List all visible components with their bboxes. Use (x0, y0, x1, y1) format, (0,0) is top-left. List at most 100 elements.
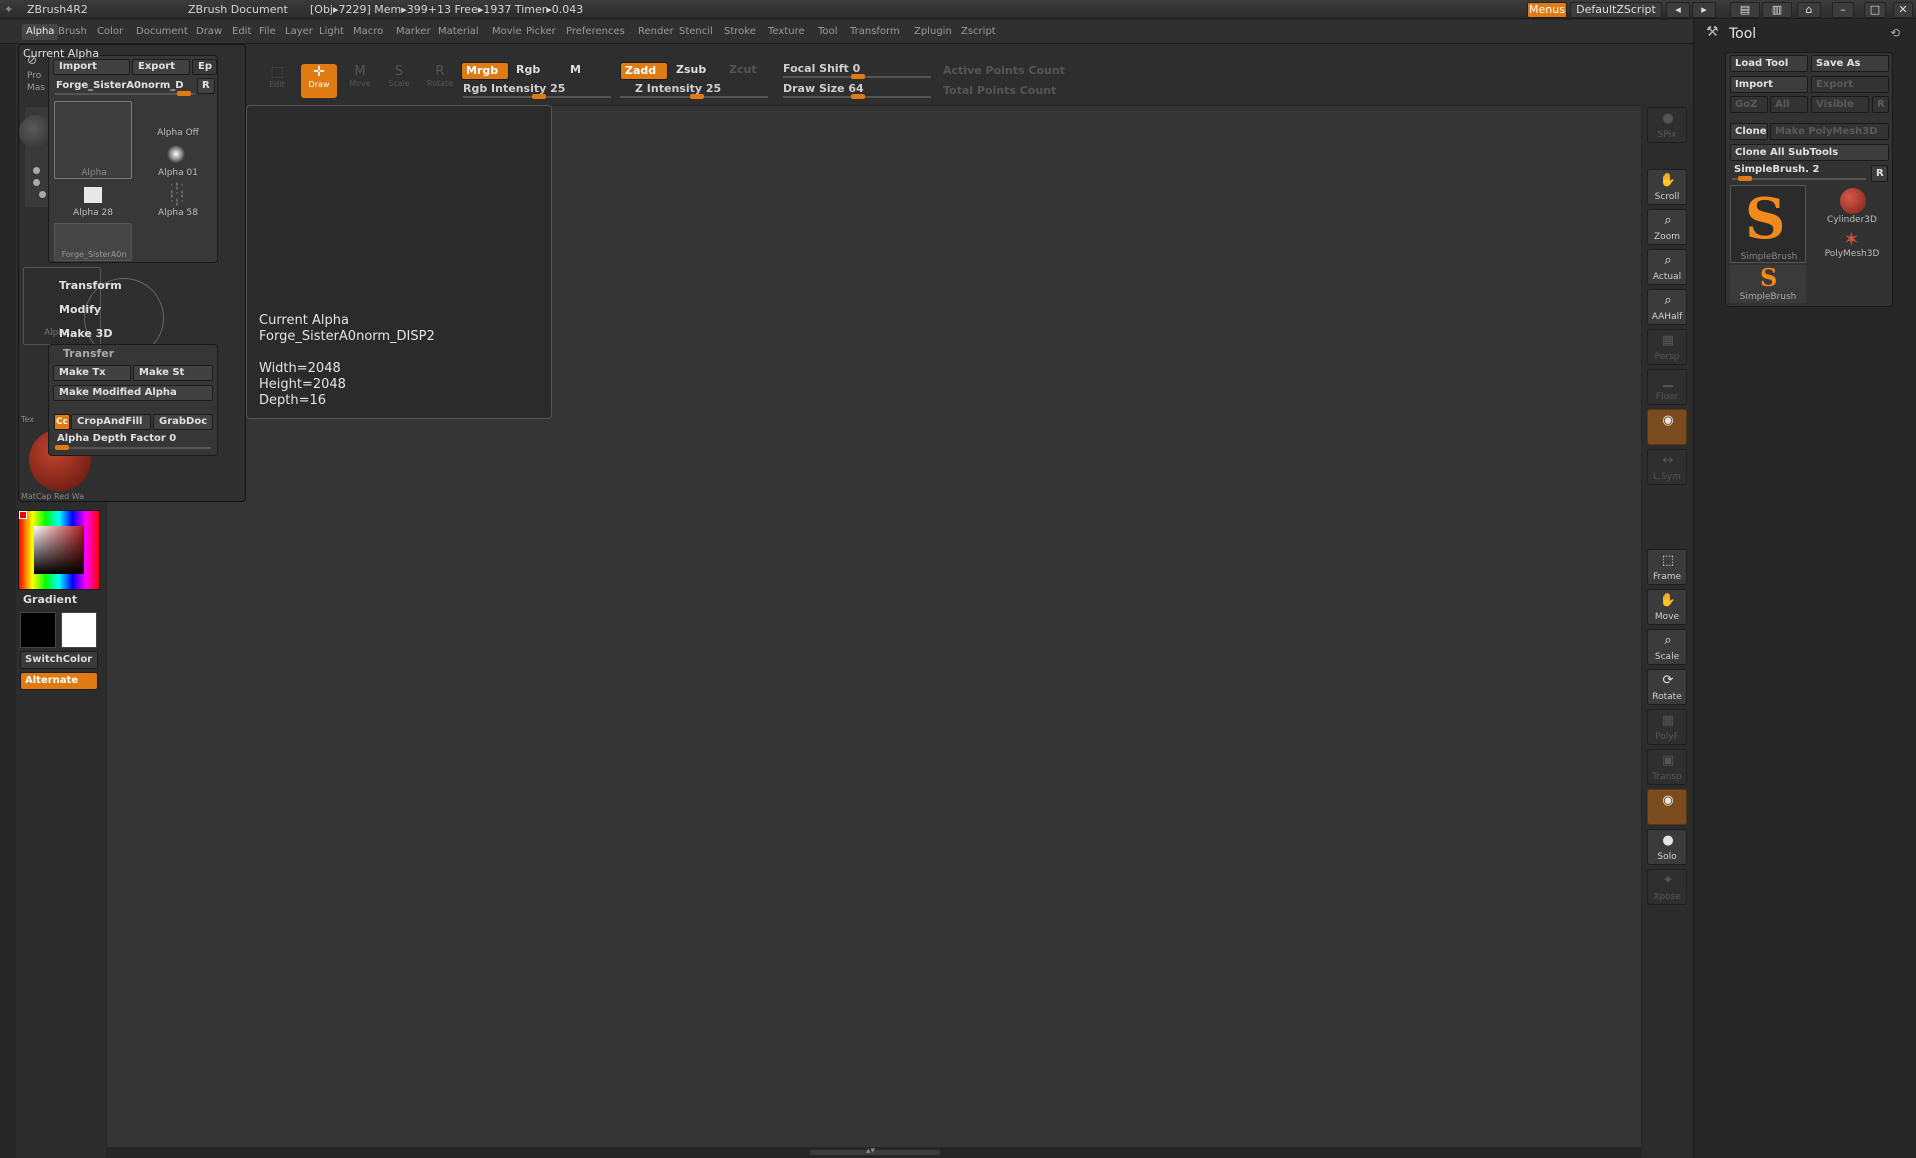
alpha-import-button[interactable]: Import (53, 59, 130, 75)
left-tray-strip[interactable] (0, 45, 16, 1158)
main-color-swatch[interactable] (19, 511, 27, 519)
zadd-button[interactable]: Zadd (620, 62, 668, 80)
tool-slider[interactable] (1732, 178, 1866, 180)
menu-document[interactable]: Document (136, 26, 188, 37)
menu-render[interactable]: Render (638, 26, 674, 37)
clone-all-subtools-button[interactable]: Clone All SubTools (1730, 144, 1889, 161)
rgb-button[interactable]: Rgb (512, 62, 548, 80)
menu-material[interactable]: Material (438, 26, 479, 37)
r-button-2[interactable]: R (1871, 165, 1888, 182)
gradient-label[interactable]: Gradient (23, 593, 77, 606)
menu-marker[interactable]: Marker (396, 26, 431, 37)
secondary-color-swatch[interactable] (20, 612, 56, 648)
import-tool-button[interactable]: Import (1730, 76, 1808, 93)
aahalf-button[interactable]: ⌕ AAHalf (1647, 289, 1687, 325)
menu-preferences[interactable]: Preferences (566, 26, 625, 37)
edit-button[interactable]: ⬚ Edit (262, 64, 292, 98)
alpha-01-icon[interactable] (167, 145, 185, 163)
transp-button[interactable]: ▣ Transp (1647, 749, 1687, 785)
menu-zplugin[interactable]: Zplugin (914, 26, 952, 37)
default-zscript-button[interactable]: DefaultZScript (1570, 2, 1662, 18)
menu-zscript[interactable]: Zscript (961, 26, 996, 37)
menu-picker[interactable]: Picker (526, 26, 556, 37)
alpha-off-thumb[interactable]: Alpha Off (139, 128, 217, 138)
forge-alpha-thumb[interactable]: Forge_SisterA0n (54, 223, 132, 261)
rotate-button[interactable]: ⟳ Rotate (1647, 669, 1687, 705)
persp-button[interactable]: ▦ Persp (1647, 329, 1687, 365)
mrgb-button[interactable]: Mrgb (461, 62, 509, 80)
draw-button[interactable]: ✛ Draw (301, 64, 337, 98)
alpha-depth-slider[interactable] (55, 447, 211, 449)
make-polymesh3d-button[interactable]: Make PolyMesh3D (1770, 123, 1889, 140)
goz-button[interactable]: GoZ (1730, 96, 1768, 113)
zcut-button[interactable]: Zcut (725, 62, 765, 80)
transform-section[interactable]: Transform (59, 279, 122, 292)
scale-button[interactable]: ⌕ Scale (1647, 629, 1687, 665)
maximize-icon[interactable]: □ (1864, 2, 1886, 18)
make-tx-button[interactable]: Make Tx (53, 365, 131, 381)
alternate-button[interactable]: Alternate (20, 672, 98, 690)
make-st-button[interactable]: Make St (133, 365, 213, 381)
menu-edit[interactable]: Edit (232, 26, 251, 37)
alpha-r-button[interactable]: R (197, 78, 215, 94)
primary-color-swatch[interactable] (61, 612, 97, 648)
scroll-button[interactable]: ✋ Scroll (1647, 169, 1687, 205)
menu-stencil[interactable]: Stencil (679, 26, 713, 37)
menu-brush[interactable]: Brush (58, 26, 87, 37)
toggle-7-button[interactable]: ◉ (1647, 409, 1687, 445)
menu-texture[interactable]: Texture (768, 26, 805, 37)
zsub-button[interactable]: Zsub (672, 62, 712, 80)
rgb-intensity-knob[interactable] (532, 94, 546, 99)
close-icon[interactable]: ✕ (1893, 2, 1913, 18)
alpha-58-icon[interactable]: · ¦ · ¦ · ¦ · ¦ · (166, 182, 188, 206)
layout2-icon[interactable]: ▥ (1762, 2, 1792, 18)
actual-button[interactable]: ⌕ Actual (1647, 249, 1687, 285)
zoom-button[interactable]: ⌕ Zoom (1647, 209, 1687, 245)
xpose-button[interactable]: ✦ Xpose (1647, 869, 1687, 905)
bottom-tray-strip[interactable]: ▴▾ (106, 1146, 1642, 1158)
frame-button[interactable]: ⬚ Frame (1647, 549, 1687, 585)
r-button[interactable]: R (1872, 96, 1889, 113)
make-3d-section[interactable]: Make 3D (59, 327, 112, 340)
save-as-button[interactable]: Save As (1811, 55, 1889, 72)
polymesh3d-thumb[interactable]: ✶ PolyMesh3D (1820, 227, 1884, 263)
draw-size-knob[interactable] (851, 94, 865, 99)
palette-left-icon[interactable]: ◂ (1666, 2, 1690, 18)
load-tool-button[interactable]: Load Tool (1730, 55, 1808, 72)
menu-alpha[interactable]: Alpha (22, 24, 59, 40)
menu-macro[interactable]: Macro (353, 26, 383, 37)
menu-transform[interactable]: Transform (850, 26, 900, 37)
rotate-button[interactable]: R Rotate (423, 64, 457, 98)
transfer-header[interactable]: Transfer (63, 347, 114, 360)
menus-button[interactable]: Menus (1527, 2, 1567, 18)
move-button[interactable]: ✋ Move (1647, 589, 1687, 625)
spix-button[interactable]: ● SPix (1647, 107, 1687, 143)
modify-section[interactable]: Modify (59, 303, 101, 316)
scale-button[interactable]: S Scale (384, 64, 414, 98)
toggle-15-button[interactable]: ◉ (1647, 789, 1687, 825)
refresh-icon[interactable]: ⟲ (1890, 26, 1900, 40)
alpha-slider[interactable] (55, 93, 195, 95)
switchcolor-button[interactable]: SwitchColor (20, 651, 98, 669)
alpha-depth-knob[interactable] (55, 445, 69, 450)
tray-arrows-icon[interactable]: ▴▾ (866, 1146, 875, 1156)
layout-icon[interactable]: ▤ (1730, 2, 1760, 18)
m-button[interactable]: M (566, 62, 586, 80)
menu-light[interactable]: Light (319, 26, 344, 37)
cylinder3d-thumb[interactable]: Cylinder3D (1820, 185, 1884, 225)
floor-button[interactable]: ▁ Floor (1647, 369, 1687, 405)
clone-button[interactable]: Clone (1730, 123, 1768, 140)
focal-shift-knob[interactable] (851, 74, 865, 79)
menu-stroke[interactable]: Stroke (724, 26, 756, 37)
export-tool-button[interactable]: Export (1811, 76, 1889, 93)
tool-slider-knob[interactable] (1738, 176, 1752, 181)
minimize-icon[interactable]: – (1832, 2, 1854, 18)
simplebrush-thumb-2[interactable]: S SimpleBrush (1730, 263, 1806, 303)
alpha-ep-button[interactable]: Ep (192, 59, 217, 75)
menu-tool[interactable]: Tool (818, 26, 837, 37)
zbrush-logo-icon[interactable]: ✦ (4, 3, 13, 16)
alpha-28-icon[interactable] (84, 187, 102, 203)
solo-button[interactable]: ● Solo (1647, 829, 1687, 865)
color-picker[interactable] (18, 510, 100, 590)
alpha-thumb-current[interactable]: Alpha (54, 101, 132, 179)
